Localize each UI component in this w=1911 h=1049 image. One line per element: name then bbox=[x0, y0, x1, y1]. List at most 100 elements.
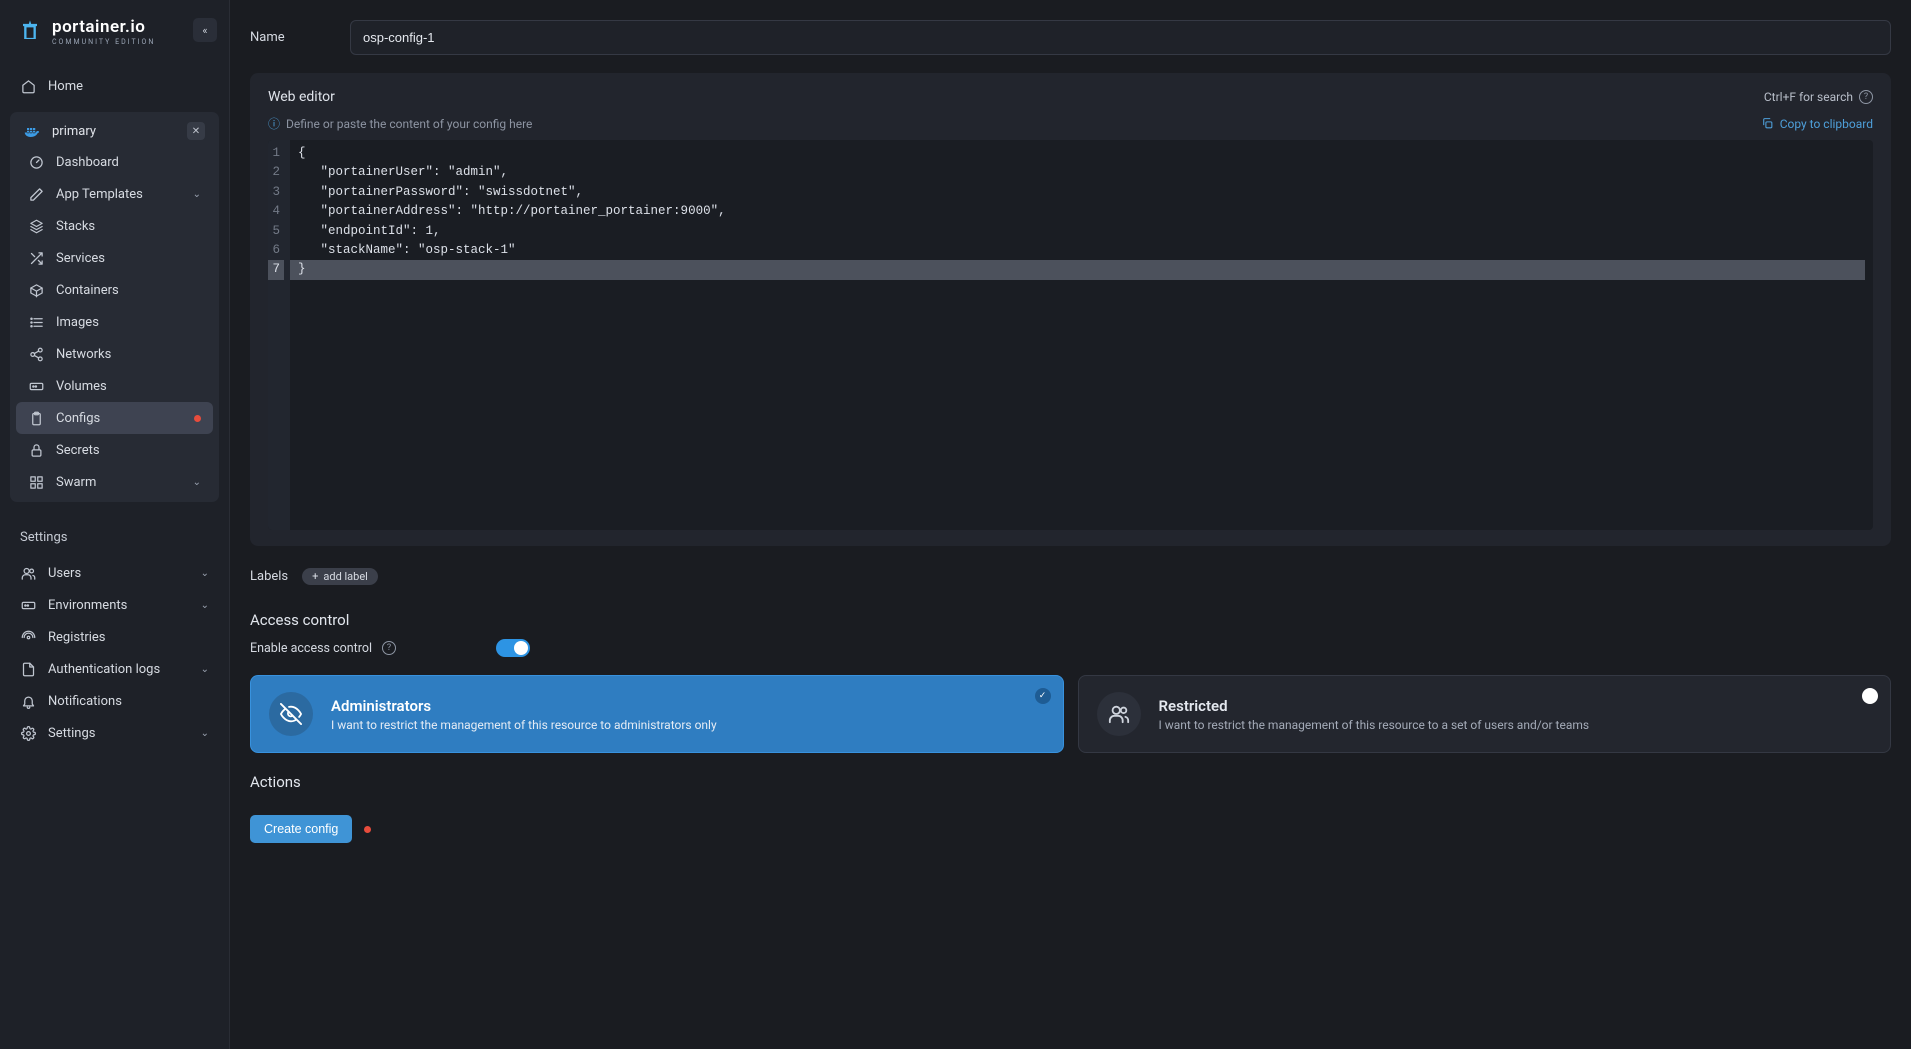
sidebar-item-label: Secrets bbox=[56, 443, 201, 458]
sidebar-item-label: App Templates bbox=[56, 187, 181, 202]
gear-icon bbox=[20, 725, 36, 741]
sidebar-item-label: Settings bbox=[48, 726, 189, 741]
sidebar-item-users[interactable]: Users ⌄ bbox=[8, 557, 221, 589]
lock-icon bbox=[28, 442, 44, 458]
bell-icon bbox=[20, 693, 36, 709]
chevron-down-icon: ⌄ bbox=[201, 728, 209, 739]
sidebar-item-services[interactable]: Services bbox=[16, 242, 213, 274]
eye-off-icon bbox=[269, 692, 313, 736]
access-control-title: Access control bbox=[250, 591, 1891, 639]
card-radio bbox=[1862, 688, 1878, 704]
sidebar-item-authentication-logs[interactable]: Authentication logs ⌄ bbox=[8, 653, 221, 685]
card-description: I want to restrict the management of thi… bbox=[331, 718, 717, 732]
editor-search-hint: Ctrl+F for search bbox=[1764, 90, 1853, 104]
plus-icon: + bbox=[312, 570, 318, 583]
web-editor-panel: Web editor Ctrl+F for search ? ⓘ Define … bbox=[250, 73, 1891, 546]
enable-access-label: Enable access control bbox=[250, 641, 372, 656]
labels-label: Labels bbox=[250, 569, 288, 584]
chevron-down-icon: ⌄ bbox=[201, 600, 209, 611]
access-card-restricted[interactable]: Restricted I want to restrict the manage… bbox=[1078, 675, 1892, 753]
home-icon bbox=[20, 78, 36, 94]
sidebar-item-settings[interactable]: Settings ⌄ bbox=[8, 717, 221, 749]
sidebar-item-label: Volumes bbox=[56, 379, 201, 394]
editor-gutter: 1234567 bbox=[268, 140, 290, 530]
sidebar-item-stacks[interactable]: Stacks bbox=[16, 210, 213, 242]
box-icon bbox=[28, 282, 44, 298]
card-radio: ✓ bbox=[1035, 688, 1051, 704]
close-icon: ✕ bbox=[192, 126, 200, 137]
card-title: Restricted bbox=[1159, 697, 1590, 715]
add-label-text: add label bbox=[323, 570, 367, 583]
code-editor[interactable]: 1234567 { "portainerUser": "admin", "por… bbox=[268, 140, 1873, 530]
sidebar-item-label: Users bbox=[48, 566, 189, 581]
hdd-icon bbox=[28, 378, 44, 394]
info-icon: ⓘ bbox=[268, 115, 280, 132]
sidebar-item-notifications[interactable]: Notifications bbox=[8, 685, 221, 717]
clipboard-icon bbox=[28, 410, 44, 426]
access-card-administrators[interactable]: Administrators I want to restrict the ma… bbox=[250, 675, 1064, 753]
actions-title: Actions bbox=[250, 753, 1891, 801]
access-control-toggle[interactable] bbox=[496, 639, 530, 657]
copy-to-clipboard-button[interactable]: Copy to clipboard bbox=[1761, 117, 1873, 131]
sidebar-item-label: Images bbox=[56, 315, 201, 330]
sidebar-item-label: Authentication logs bbox=[48, 662, 189, 677]
chevron-down-icon: ⌄ bbox=[201, 568, 209, 579]
settings-section-label: Settings bbox=[0, 516, 229, 553]
sidebar-item-volumes[interactable]: Volumes bbox=[16, 370, 213, 402]
name-input[interactable] bbox=[350, 20, 1891, 55]
chevron-down-icon: ⌄ bbox=[201, 664, 209, 675]
status-dot bbox=[194, 415, 201, 422]
sidebar-item-swarm[interactable]: Swarm ⌄ bbox=[16, 466, 213, 498]
editor-code-area[interactable]: { "portainerUser": "admin", "portainerPa… bbox=[290, 140, 1873, 530]
radio-icon bbox=[20, 629, 36, 645]
create-config-button[interactable]: Create config bbox=[250, 815, 352, 843]
help-icon[interactable]: ? bbox=[382, 641, 396, 655]
sidebar-item-label: Containers bbox=[56, 283, 201, 298]
sidebar-item-app-templates[interactable]: App Templates ⌄ bbox=[16, 178, 213, 210]
sidebar-item-networks[interactable]: Networks bbox=[16, 338, 213, 370]
add-label-button[interactable]: + add label bbox=[302, 568, 378, 585]
environment-block: primary ✕ Dashboard App Templates ⌄ Stac… bbox=[10, 112, 219, 502]
sidebar-item-images[interactable]: Images bbox=[16, 306, 213, 338]
brand-name: portainer.io bbox=[52, 19, 155, 36]
sidebar-item-secrets[interactable]: Secrets bbox=[16, 434, 213, 466]
sidebar: portainer.io COMMUNITY EDITION « Home bbox=[0, 0, 230, 1049]
sidebar-collapse-button[interactable]: « bbox=[193, 18, 217, 42]
copy-icon bbox=[1761, 117, 1774, 130]
chevron-down-icon: ⌄ bbox=[193, 189, 201, 200]
sidebar-item-label: Environments bbox=[48, 598, 189, 613]
sidebar-item-label: Notifications bbox=[48, 694, 209, 709]
sidebar-item-label: Stacks bbox=[56, 219, 201, 234]
sidebar-item-label: Registries bbox=[48, 630, 209, 645]
users-icon bbox=[1097, 692, 1141, 736]
main-content: Name Web editor Ctrl+F for search ? ⓘ De… bbox=[230, 0, 1911, 1049]
file-icon bbox=[20, 661, 36, 677]
card-title: Administrators bbox=[331, 697, 717, 715]
edit-icon bbox=[28, 186, 44, 202]
docker-icon bbox=[24, 122, 42, 140]
layers-icon bbox=[28, 218, 44, 234]
share-icon bbox=[28, 346, 44, 362]
grid3-icon bbox=[28, 474, 44, 490]
brand-logo[interactable]: portainer.io COMMUNITY EDITION bbox=[16, 18, 155, 46]
name-label: Name bbox=[250, 30, 350, 45]
sidebar-item-configs[interactable]: Configs bbox=[16, 402, 213, 434]
sidebar-home-label: Home bbox=[48, 79, 209, 94]
brand-edition: COMMUNITY EDITION bbox=[52, 39, 155, 46]
sidebar-home[interactable]: Home bbox=[8, 70, 221, 102]
shuffle-icon bbox=[28, 250, 44, 266]
users-icon bbox=[20, 565, 36, 581]
gauge-icon bbox=[28, 154, 44, 170]
chevron-left-icon: « bbox=[202, 24, 207, 37]
sidebar-item-dashboard[interactable]: Dashboard bbox=[16, 146, 213, 178]
sidebar-item-containers[interactable]: Containers bbox=[16, 274, 213, 306]
hdd-icon bbox=[20, 597, 36, 613]
sidebar-item-environments[interactable]: Environments ⌄ bbox=[8, 589, 221, 621]
sidebar-item-label: Configs bbox=[56, 411, 182, 426]
sidebar-item-label: Services bbox=[56, 251, 201, 266]
help-icon[interactable]: ? bbox=[1859, 90, 1873, 104]
sidebar-item-registries[interactable]: Registries bbox=[8, 621, 221, 653]
status-dot bbox=[364, 826, 371, 833]
list-icon bbox=[28, 314, 44, 330]
environment-close-button[interactable]: ✕ bbox=[187, 122, 205, 140]
